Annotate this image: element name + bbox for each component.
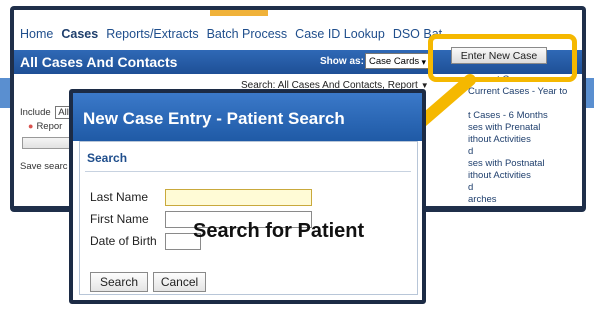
new-case-dialog: New Case Entry - Patient Search Search L… <box>69 89 426 304</box>
top-nav: Home Cases Reports/Extracts Batch Proces… <box>14 20 444 48</box>
list-item[interactable]: Current Cases - Year to <box>468 86 582 98</box>
cancel-button[interactable]: Cancel <box>153 272 206 292</box>
search-button[interactable]: Search <box>90 272 148 292</box>
first-name-label: First Name <box>90 212 149 226</box>
save-search-label[interactable]: Save searc <box>20 161 68 172</box>
dob-label: Date of Birth <box>90 234 157 248</box>
last-name-input[interactable] <box>165 189 312 206</box>
nav-case-id-lookup[interactable]: Case ID Lookup <box>295 27 385 41</box>
section-divider <box>85 171 411 172</box>
show-as-label: Show as: <box>320 56 364 67</box>
list-item[interactable]: d <box>468 182 582 194</box>
list-item[interactable]: ses with Postnatal <box>468 158 582 170</box>
nav-cases[interactable]: Cases <box>61 27 98 41</box>
search-section-title: Search <box>87 151 128 165</box>
list-item[interactable]: arches <box>468 194 582 206</box>
report-radio[interactable]: ● Repor <box>28 121 62 132</box>
list-item[interactable]: ithout Activities <box>468 134 582 146</box>
list-item[interactable]: ses with Prenatal <box>468 122 582 134</box>
list-item <box>468 98 582 110</box>
include-label: Include <box>20 107 51 118</box>
show-as-select[interactable]: Case Cards <box>365 53 429 70</box>
list-item[interactable]: t Cases - 6 Months <box>468 110 582 122</box>
dialog-title-bar: New Case Entry - Patient Search <box>73 93 422 141</box>
list-item[interactable]: ithout Activities <box>468 170 582 182</box>
nav-batch-process[interactable]: Batch Process <box>207 27 288 41</box>
nav-home[interactable]: Home <box>20 27 53 41</box>
radio-icon: ● <box>28 121 34 131</box>
page-title: All Cases And Contacts <box>20 54 178 70</box>
include-filter: Include All <box>20 106 72 119</box>
list-item[interactable]: d <box>468 146 582 158</box>
last-name-label: Last Name <box>90 190 149 204</box>
dialog-title: New Case Entry - Patient Search <box>83 109 345 128</box>
report-radio-label: Repor <box>36 121 63 132</box>
nav-reports-extracts[interactable]: Reports/Extracts <box>106 27 198 41</box>
annotation-text: Search for Patient <box>193 220 365 242</box>
saved-search-list: Current Cases Current Cases - Year to t … <box>468 74 582 206</box>
top-accent <box>210 10 268 16</box>
enter-new-case-button[interactable]: Enter New Case <box>451 47 547 64</box>
